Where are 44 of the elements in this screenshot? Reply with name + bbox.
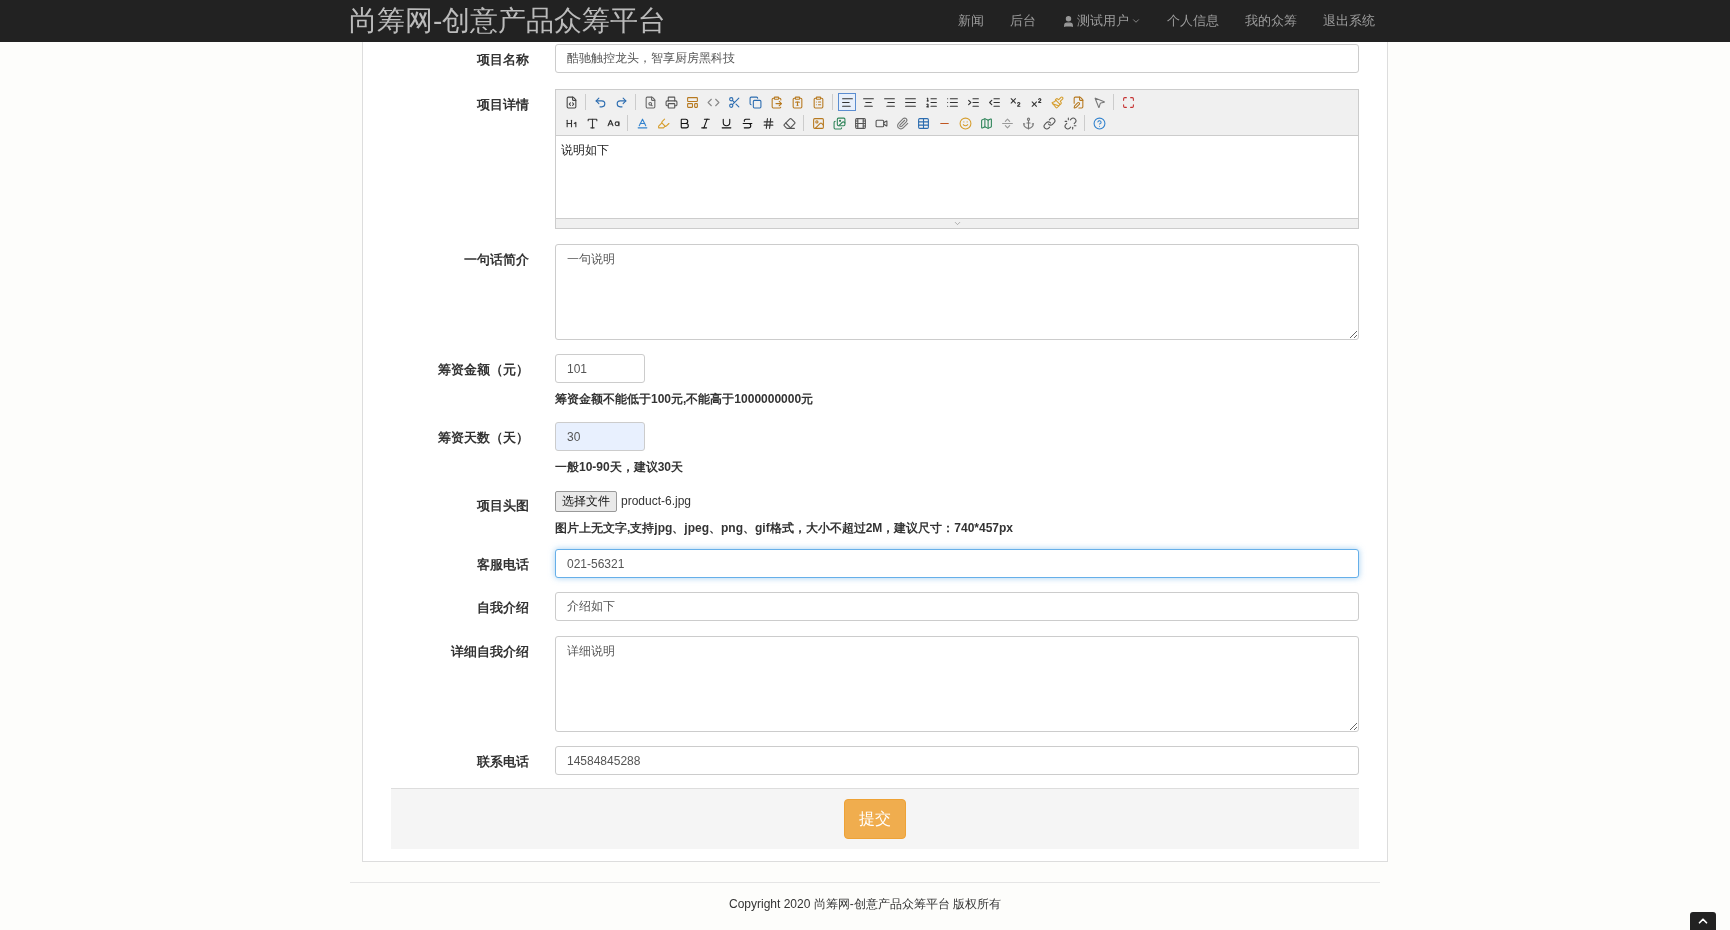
field-label: 项目详情 (477, 97, 529, 112)
rich-text-editor[interactable]: 说明如下 (555, 89, 1359, 229)
field-label: 自我介绍 (477, 600, 529, 615)
nav-link[interactable]: 后台 (1010, 11, 1036, 31)
field-label: 项目头图 (477, 498, 529, 513)
text-field[interactable]: 021-56321 (555, 549, 1359, 578)
field-label: 客服电话 (477, 557, 529, 572)
nav-link[interactable]: 新闻 (958, 11, 984, 31)
copyright-text: Copyright 2020 尚筹网-创意产品众筹平台 版权所有 (728, 896, 1002, 913)
nav-link[interactable]: 个人信息 (1167, 11, 1219, 31)
field-label: 联系电话 (477, 754, 529, 769)
text-field[interactable]: 101 (555, 354, 645, 383)
field-label: 一句话简介 (464, 252, 529, 267)
caret-icon (1131, 16, 1141, 26)
images-icon[interactable] (830, 114, 848, 132)
text-field[interactable]: 30 (555, 422, 645, 451)
text-field[interactable]: 14584845288 (555, 746, 1359, 775)
field-label: 详细自我介绍 (451, 644, 529, 659)
text-field[interactable]: 介绍如下 (555, 592, 1359, 621)
text-field[interactable]: 酷驰触控龙头，智享厨房黑科技 (555, 44, 1359, 73)
editor-text: 说明如下 (561, 143, 609, 157)
user-icon (1062, 14, 1075, 28)
align-left-icon[interactable] (838, 93, 856, 111)
text-area[interactable]: 一句说明 (555, 244, 1359, 340)
choose-file-button[interactable]: 选择文件 (555, 490, 617, 512)
user-menu[interactable]: 测试用户 (1077, 11, 1129, 31)
help-text: 图片上无文字,支持jpg、jpeg、png、gif格式，大小不超过2M，建议尺寸：740*457px (555, 520, 1015, 537)
nav-link[interactable]: 退出系统 (1323, 11, 1375, 31)
field-label: 筹资天数（天） (438, 430, 529, 445)
print-icon[interactable] (662, 93, 680, 111)
help-icon[interactable] (1090, 114, 1108, 132)
scroll-to-top-button[interactable] (1690, 912, 1716, 930)
link-icon[interactable] (1040, 114, 1058, 132)
resize-handle-icon[interactable] (952, 219, 962, 228)
field-label: 筹资金额（元） (438, 362, 529, 377)
field-label: 项目名称 (477, 52, 529, 67)
help-text: 筹资金额不能低于100元,不能高于1000000000元 (555, 391, 815, 408)
help-text: 一般10-90天，建议30天 (555, 459, 685, 476)
copy-icon[interactable] (746, 93, 764, 111)
brand-title[interactable]: 尚筹网-创意产品众筹平台 (349, 7, 667, 35)
text-area[interactable]: 详细说明 (555, 636, 1359, 732)
unlink-icon[interactable] (1061, 114, 1079, 132)
file-name: product-6.jpg (621, 493, 692, 510)
nav-link[interactable]: 我的众筹 (1245, 11, 1297, 31)
